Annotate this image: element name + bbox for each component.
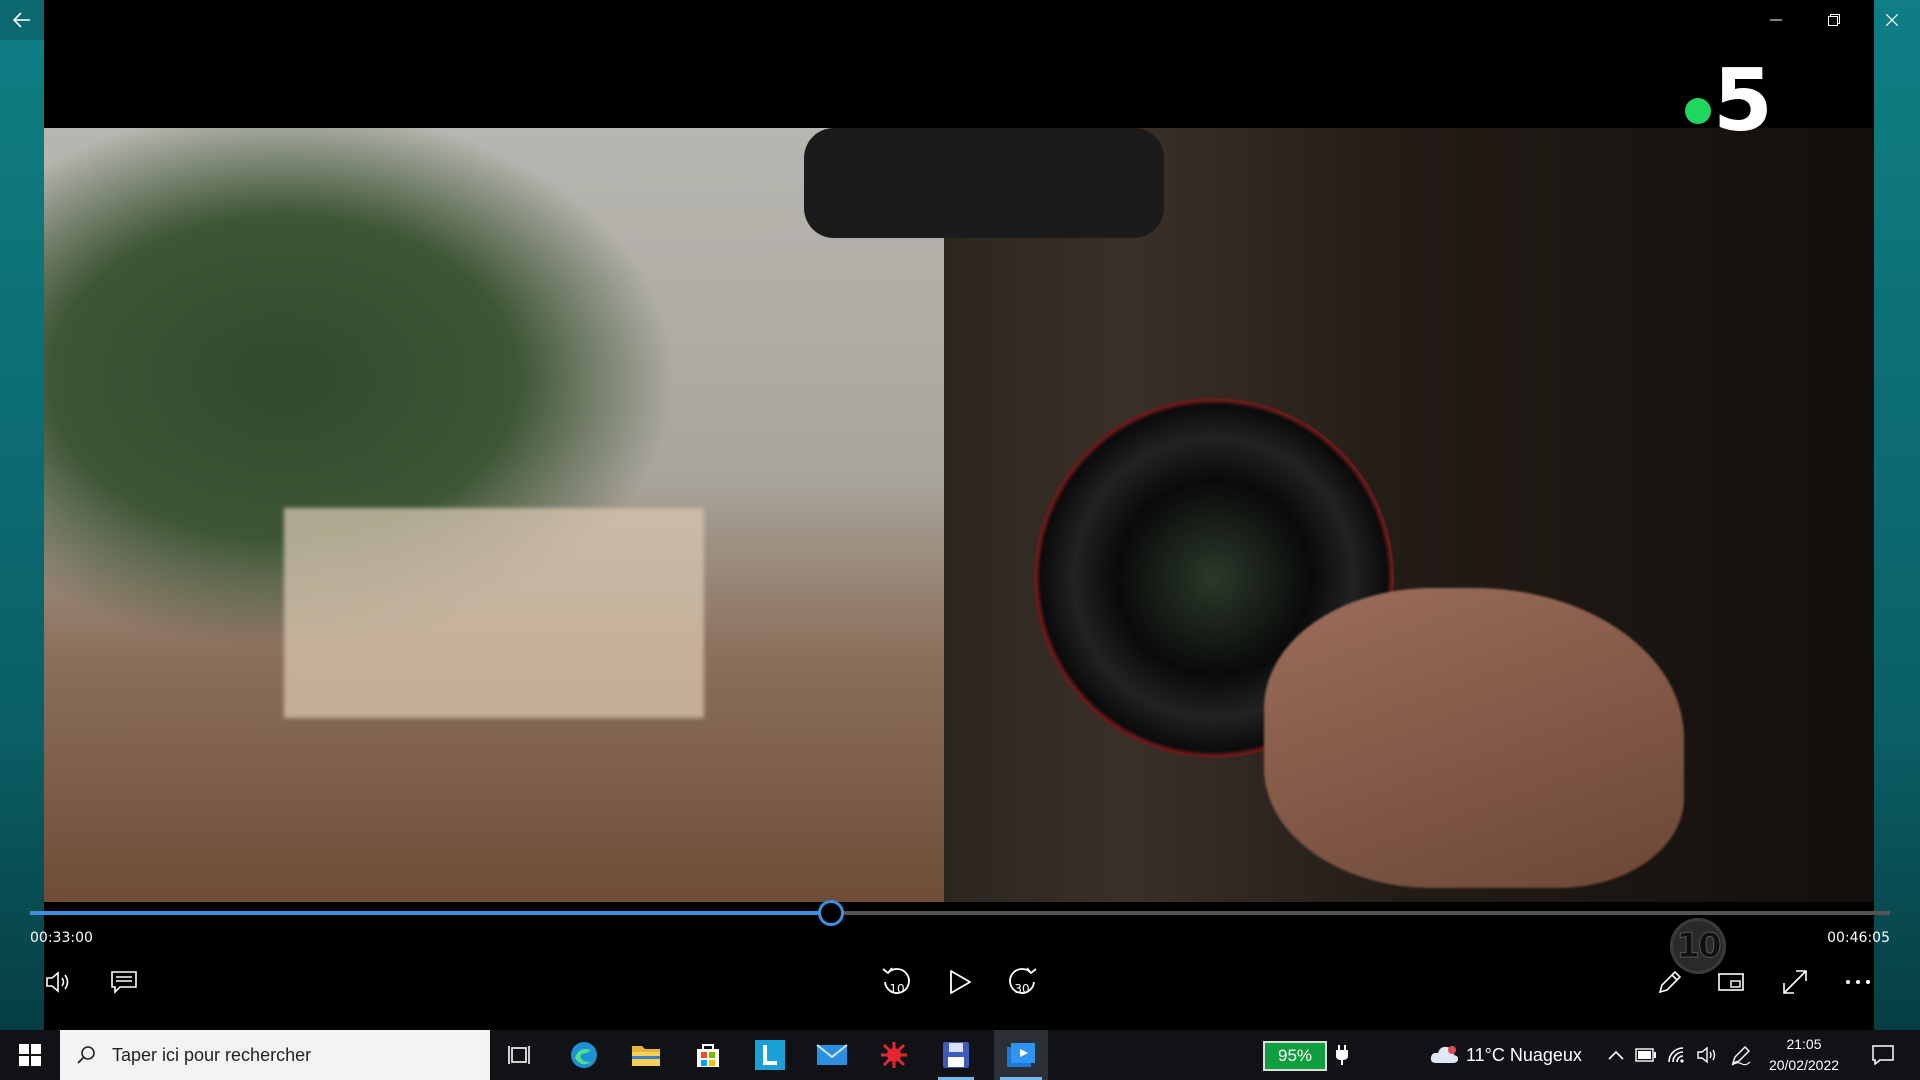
close-button[interactable] <box>1870 0 1914 40</box>
pen-ink-icon <box>1731 1046 1751 1066</box>
tray-wifi[interactable] <box>1664 1030 1692 1080</box>
right-frame <box>1874 0 1920 1030</box>
video-scene-hand <box>1264 588 1684 888</box>
minimize-icon <box>1770 19 1782 21</box>
chevron-up-icon <box>1608 1050 1624 1060</box>
task-view-icon <box>508 1046 530 1064</box>
close-icon <box>1886 14 1898 26</box>
windows-logo-icon <box>19 1044 41 1066</box>
volume-button[interactable] <box>38 960 82 1004</box>
wifi-icon <box>1668 1047 1684 1063</box>
taskbar-search[interactable]: Taper ici pour rechercher <box>60 1030 490 1080</box>
rewind-10-button[interactable]: 10 <box>875 960 919 1004</box>
red-app-icon <box>881 1042 907 1068</box>
back-button[interactable] <box>0 0 44 40</box>
channel-logo: 5 <box>1685 56 1785 146</box>
back-arrow-icon <box>13 12 30 28</box>
rewind-icon: 10 <box>882 967 910 996</box>
taskbar-save-app[interactable] <box>932 1030 980 1080</box>
taskbar-edge[interactable] <box>560 1030 608 1080</box>
tray-expand-button[interactable] <box>1604 1030 1628 1080</box>
battery-icon <box>1635 1048 1656 1062</box>
weather-widget-icon[interactable] <box>1424 1030 1464 1080</box>
taskbar-file-explorer[interactable] <box>622 1030 670 1080</box>
tray-volume[interactable] <box>1694 1030 1722 1080</box>
more-icon <box>1846 980 1870 984</box>
forward-30-button[interactable]: 30 <box>1000 960 1044 1004</box>
speaker-icon <box>1697 1046 1716 1064</box>
search-icon <box>77 1046 95 1064</box>
plug-icon <box>1336 1045 1348 1065</box>
save-app-icon <box>943 1042 969 1068</box>
fullscreen-icon <box>1783 970 1807 994</box>
fullscreen-button[interactable] <box>1773 960 1817 1004</box>
l-app-icon <box>755 1040 785 1070</box>
logo-dot <box>1685 98 1711 124</box>
start-button[interactable] <box>0 1030 60 1080</box>
taskbar-l-app[interactable] <box>746 1030 794 1080</box>
taskbar-mail[interactable] <box>808 1030 856 1080</box>
mini-view-icon <box>1718 973 1744 991</box>
clock-time: 21:05 <box>1786 1036 1822 1052</box>
power-plug <box>1330 1030 1354 1080</box>
taskbar-clock[interactable]: 21:05 20/02/2022 <box>1760 1034 1848 1076</box>
taskbar-red-app[interactable] <box>870 1030 918 1080</box>
more-options-button[interactable] <box>1836 960 1880 1004</box>
subtitles-button[interactable] <box>102 960 146 1004</box>
seek-bar-progress <box>30 911 830 915</box>
restore-button[interactable] <box>1812 0 1856 40</box>
minimize-button[interactable] <box>1754 0 1798 40</box>
seek-bar[interactable] <box>30 900 1890 926</box>
rewind-label: 10 <box>889 982 904 996</box>
taskbar-video-player[interactable] <box>994 1030 1048 1080</box>
search-placeholder: Taper ici pour rechercher <box>112 1044 312 1065</box>
battery-indicator[interactable]: 95% <box>1263 1041 1327 1071</box>
cloud-icon <box>1430 1046 1459 1063</box>
left-frame <box>0 0 44 1030</box>
edge-icon <box>571 1042 597 1068</box>
notification-icon <box>1872 1045 1894 1065</box>
play-button[interactable] <box>938 960 982 1004</box>
seek-bar-thumb[interactable] <box>817 900 844 926</box>
title-bar <box>0 0 1920 40</box>
tray-battery[interactable] <box>1632 1030 1660 1080</box>
notification-center-button[interactable] <box>1860 1030 1906 1080</box>
mini-view-button[interactable] <box>1710 960 1754 1004</box>
video-scene-wall <box>284 508 704 718</box>
taskbar-store[interactable] <box>684 1030 732 1080</box>
edit-button[interactable] <box>1648 960 1692 1004</box>
task-view-button[interactable] <box>496 1030 544 1080</box>
store-icon <box>697 1044 719 1067</box>
taskbar: Taper ici pour rechercher 95% 11°C Nuage… <box>0 1030 1920 1080</box>
weather-text: 11°C Nuageux <box>1466 1044 1582 1065</box>
forward-icon: 30 <box>1009 967 1037 996</box>
subtitles-icon <box>111 971 137 994</box>
weather-widget[interactable]: 11°C Nuageux <box>1466 1030 1596 1080</box>
clock-date: 20/02/2022 <box>1768 1057 1840 1073</box>
current-time: 00:33:00 <box>30 930 93 946</box>
video-frame[interactable] <box>44 128 1874 902</box>
video-scene-microphone <box>804 128 1164 238</box>
restore-icon <box>1828 14 1840 26</box>
pencil-icon <box>1658 970 1682 994</box>
file-explorer-icon <box>632 1046 660 1066</box>
total-time: 00:46:05 <box>1827 930 1890 946</box>
video-player-icon <box>1007 1043 1035 1067</box>
tray-pen[interactable] <box>1726 1030 1756 1080</box>
logo-number: 5 <box>1713 51 1773 151</box>
forward-label: 30 <box>1014 982 1029 996</box>
play-icon <box>950 970 971 994</box>
mail-icon <box>816 1044 848 1065</box>
volume-icon <box>46 971 69 993</box>
